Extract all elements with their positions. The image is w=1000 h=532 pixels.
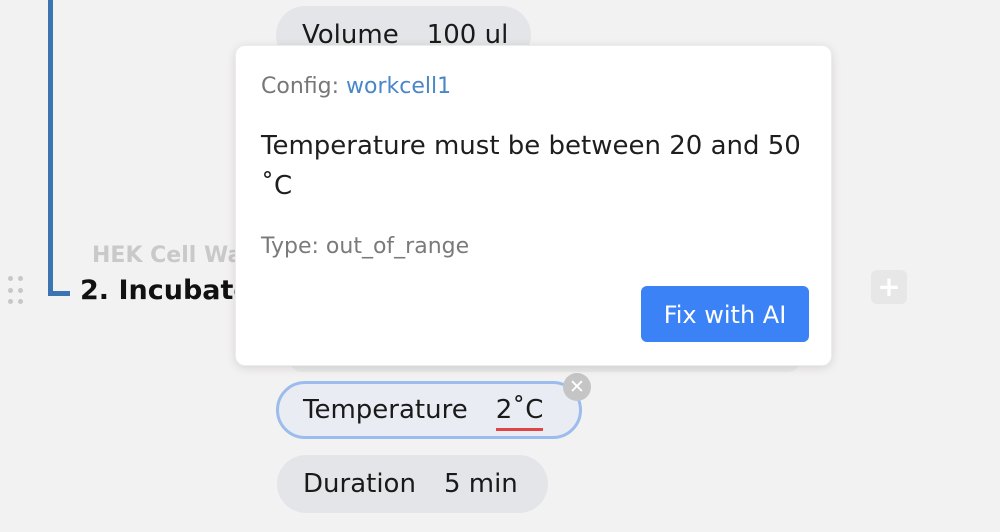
config-label: Config:	[261, 74, 339, 99]
validation-error-popover: Config: workcell1 Temperature must be be…	[235, 45, 832, 366]
drag-handle-icon[interactable]	[8, 276, 24, 306]
temperature-value-input[interactable]: 2˚C	[495, 395, 544, 431]
timeline-line	[48, 0, 53, 296]
timeline-connector	[48, 291, 70, 296]
plus-icon: +	[877, 270, 901, 303]
param-label: Duration	[303, 469, 416, 499]
param-value: 5 min	[443, 469, 518, 499]
config-line: Config: workcell1	[261, 74, 451, 99]
temperature-param-chip[interactable]: Temperature 2˚C	[276, 381, 582, 439]
fix-with-ai-button[interactable]: Fix with AI	[641, 286, 809, 342]
step-subtitle: HEK Cell Was	[92, 243, 256, 268]
error-type: Type: out_of_range	[261, 234, 470, 259]
error-underline	[495, 428, 544, 431]
clear-icon[interactable]: ✕	[563, 373, 591, 401]
duration-param-chip[interactable]: Duration 5 min	[277, 455, 548, 513]
param-label: Temperature	[303, 395, 468, 425]
error-message: Temperature must be between 20 and 50 ˚C	[261, 131, 801, 201]
add-step-button[interactable]: +	[871, 270, 907, 304]
config-link[interactable]: workcell1	[346, 74, 451, 99]
param-value: 2˚C	[495, 395, 544, 425]
step-title: 2. Incubate	[80, 275, 252, 306]
